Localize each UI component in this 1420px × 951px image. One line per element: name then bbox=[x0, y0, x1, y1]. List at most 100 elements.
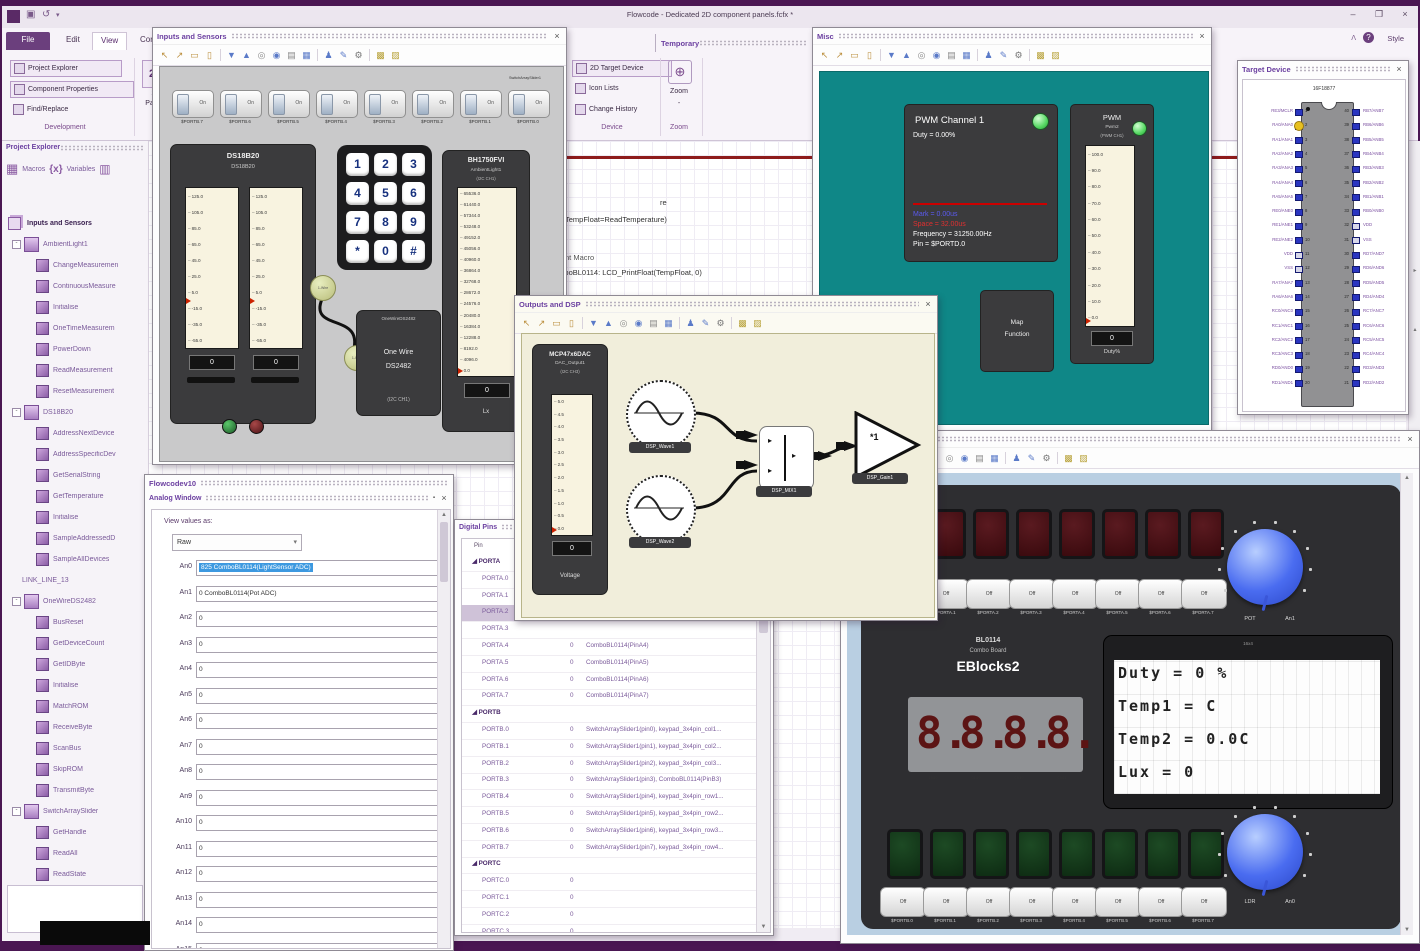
orbit-icon[interactable]: ◉ bbox=[270, 48, 283, 62]
scroll-down-icon[interactable]: ▼ bbox=[1401, 927, 1413, 933]
orbit-icon[interactable]: ◉ bbox=[958, 451, 971, 465]
dsp-gain-component[interactable] bbox=[854, 411, 922, 481]
keypad-key-7[interactable]: 7 bbox=[346, 211, 369, 234]
keypad-key-2[interactable]: 2 bbox=[374, 153, 397, 176]
digital-pin-row[interactable]: PORTB.7 0 SwitchArraySlider1(pin7), keypad… bbox=[462, 841, 756, 858]
ribbon-item-2d-target-device[interactable]: 2D Target Device bbox=[572, 60, 672, 77]
digital-pin-row[interactable]: PORTA.4 0 ComboBL0114(PinA4) bbox=[462, 639, 756, 656]
target-icon[interactable]: ◎ bbox=[255, 48, 268, 62]
tree-item-addressspecificdev[interactable]: AddressSpecificDev bbox=[2, 444, 148, 465]
expander-icon[interactable]: - bbox=[12, 807, 21, 816]
toggle-switch[interactable]: On bbox=[364, 90, 406, 118]
analog-value-input[interactable]: 0 bbox=[196, 840, 438, 857]
tree-item-link-line-13[interactable]: LINK_LINE_13 bbox=[2, 570, 148, 591]
pin-pad[interactable] bbox=[1352, 337, 1360, 345]
snap-icon[interactable]: ▦ bbox=[988, 451, 1001, 465]
help-icon[interactable]: ? bbox=[1363, 32, 1374, 43]
tree-item-initialise[interactable]: Initialise bbox=[2, 675, 148, 696]
tree-item-samplealldevices[interactable]: SampleAllDevices bbox=[2, 549, 148, 570]
ribbon-collapse-icon[interactable]: ᐱ bbox=[1351, 34, 1356, 42]
expander-icon[interactable]: - bbox=[12, 240, 21, 249]
pin-pad[interactable] bbox=[1352, 208, 1360, 216]
paste-icon[interactable]: ▯ bbox=[203, 48, 216, 62]
globals-icon[interactable]: ▥ bbox=[99, 162, 110, 176]
tree-item-receivebyte[interactable]: ReceiveByte bbox=[2, 717, 148, 738]
toggle-switch[interactable]: On bbox=[316, 90, 358, 118]
board-button--portb-0[interactable]: Off bbox=[880, 887, 926, 917]
board-button--porta-2[interactable]: Off bbox=[966, 579, 1012, 609]
digital-pin-row[interactable]: PORTC.3 0 bbox=[462, 925, 756, 932]
panel-icon[interactable]: ▩ bbox=[1062, 451, 1075, 465]
voltage-scale[interactable]: 5.04.54.03.53.02.52.01.51.00.50.0 bbox=[551, 394, 593, 536]
tree-item-switcharrayslider[interactable]: - SwitchArraySlider bbox=[2, 801, 148, 822]
keypad-key-0[interactable]: 0 bbox=[374, 240, 397, 263]
snap-icon[interactable]: ▦ bbox=[300, 48, 313, 62]
pin-pad[interactable] bbox=[1295, 151, 1303, 159]
macros-grid-icon[interactable]: ▦ bbox=[6, 161, 18, 177]
digital-pin-row[interactable]: PORTA.3 bbox=[462, 622, 756, 640]
pin-pad[interactable] bbox=[1352, 237, 1360, 245]
pin-pad[interactable] bbox=[1352, 308, 1360, 316]
digital-pin-row[interactable]: PORTB.3 0 SwitchArraySlider1(pin3), ComboB… bbox=[462, 773, 756, 791]
pan-icon[interactable]: ↗ bbox=[173, 48, 186, 62]
ds18b20-led-green[interactable] bbox=[222, 419, 237, 434]
ribbon-item-icon-lists[interactable]: Icon Lists bbox=[572, 81, 670, 96]
close-icon[interactable]: × bbox=[923, 299, 933, 309]
pin-pad[interactable] bbox=[1352, 365, 1360, 373]
pin-icon[interactable]: ▪ bbox=[433, 495, 435, 501]
pin-pad[interactable] bbox=[1295, 108, 1303, 116]
pin-pad[interactable] bbox=[1352, 180, 1360, 187]
analog-value-input[interactable]: 0 bbox=[196, 891, 438, 908]
keypad-key-*[interactable]: * bbox=[346, 240, 369, 263]
board-button--porta-6[interactable]: Off bbox=[1138, 579, 1184, 609]
keypad-key-3[interactable]: 3 bbox=[402, 153, 425, 176]
digital-pin-row[interactable]: PORTC.0 0 bbox=[462, 874, 756, 892]
tree-item-readstate[interactable]: ReadState bbox=[2, 864, 148, 885]
pin-pad[interactable] bbox=[1352, 194, 1360, 202]
tab-edit[interactable]: Edit bbox=[58, 32, 88, 50]
snap-icon[interactable]: ▦ bbox=[662, 316, 675, 330]
board-button--portb-1[interactable]: Off bbox=[923, 887, 969, 917]
digital-pin-row[interactable]: PORTB.2 0 SwitchArraySlider1(pin2), keypad… bbox=[462, 757, 756, 774]
zoom-button-label[interactable]: Zoom bbox=[662, 88, 696, 95]
maximize-button[interactable]: ❐ bbox=[1372, 9, 1386, 20]
keypad-key-4[interactable]: 4 bbox=[346, 182, 369, 205]
tree-item-gethandle[interactable]: GetHandle bbox=[2, 822, 148, 843]
panel-alt-icon[interactable]: ▨ bbox=[1049, 48, 1062, 62]
dsp-wave1-component[interactable] bbox=[626, 380, 696, 450]
pin-pad[interactable] bbox=[1352, 165, 1360, 173]
tree-item-ambientlight1[interactable]: - AmbientLight1 bbox=[2, 234, 148, 255]
board-button--portb-6[interactable]: Off bbox=[1138, 887, 1184, 917]
board-button--porta-7[interactable]: Off bbox=[1181, 579, 1227, 609]
minimize-button[interactable]: – bbox=[1346, 9, 1360, 19]
analog-value-input[interactable]: 0 bbox=[196, 764, 438, 780]
digital-pin-row[interactable]: PORTA.6 0 ComboBL0114(PinA6) bbox=[462, 673, 756, 690]
zoom-icon[interactable]: ⊕ bbox=[668, 60, 692, 84]
ribbon-item-project-explorer[interactable]: Project Explorer bbox=[10, 60, 122, 77]
pin-pad[interactable] bbox=[1352, 222, 1360, 230]
pan-icon[interactable]: ↗ bbox=[535, 316, 548, 330]
analog-value-input[interactable]: 0 bbox=[196, 789, 438, 806]
settings-icon[interactable]: ⚙ bbox=[352, 48, 365, 62]
digital-pin-row[interactable]: PORTA.7 0 ComboBL0114(PinA7) bbox=[462, 689, 756, 707]
pin-pad[interactable] bbox=[1352, 122, 1360, 130]
scroll-up-icon[interactable]: ▴ bbox=[1409, 326, 1420, 333]
pin-pad[interactable] bbox=[1295, 165, 1303, 173]
style-button[interactable]: Style bbox=[1387, 34, 1404, 43]
digital-pin-row[interactable]: ◢ PORTC bbox=[462, 857, 756, 875]
ribbon-item-change-history[interactable]: Change History bbox=[572, 102, 670, 117]
pin-pad[interactable] bbox=[1295, 308, 1303, 316]
analog-value-input[interactable]: 0 bbox=[196, 917, 438, 933]
edit-icon[interactable]: ✎ bbox=[997, 48, 1010, 62]
analog-value-input[interactable]: 0 bbox=[196, 662, 438, 678]
scroll-thumb[interactable] bbox=[440, 522, 448, 582]
copy-icon[interactable]: ▭ bbox=[848, 48, 861, 62]
board-button--portb-4[interactable]: Off bbox=[1052, 887, 1098, 917]
board-button--portb-5[interactable]: Off bbox=[1095, 887, 1141, 917]
select-icon[interactable]: ↖ bbox=[520, 316, 533, 330]
analog-scrollbar[interactable]: ▲ bbox=[437, 510, 450, 948]
pin-pad[interactable] bbox=[1295, 251, 1303, 259]
tree-item-busreset[interactable]: BusReset bbox=[2, 612, 148, 633]
pin-pad[interactable] bbox=[1295, 323, 1303, 330]
tree-item-gettemperature[interactable]: GetTemperature bbox=[2, 486, 148, 507]
